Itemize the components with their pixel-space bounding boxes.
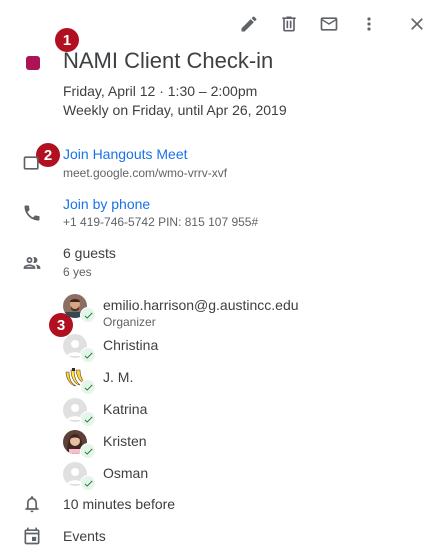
guest-name: emilio.harrison@g.austincc.edu xyxy=(103,297,299,313)
more-options-button[interactable] xyxy=(357,12,381,36)
close-icon xyxy=(411,18,423,30)
bell-icon xyxy=(22,494,42,514)
guest-count: 6 guests xyxy=(63,245,116,261)
guest-name: Christina xyxy=(103,337,159,353)
guest-row[interactable]: emilio.harrison@g.austincc.edu Organizer xyxy=(63,294,423,329)
event-recurrence: Weekly on Friday, until Apr 26, 2019 xyxy=(63,102,287,118)
calendar-icon xyxy=(22,526,42,546)
hangouts-url: meet.google.com/wmo-vrrv-xvf xyxy=(63,166,228,180)
email-guests-button[interactable] xyxy=(317,12,341,36)
phone-details: +1 419-746-5742 PIN: 815 107 955# xyxy=(63,215,259,229)
accepted-check-icon xyxy=(80,411,96,427)
guest-row[interactable]: Kristen xyxy=(63,430,423,459)
guest-row[interactable]: Osman xyxy=(63,462,423,491)
guest-yes-count: 6 yes xyxy=(63,265,92,279)
phone-icon xyxy=(22,203,42,223)
edit-button[interactable] xyxy=(237,12,261,36)
guest-name: Kristen xyxy=(103,433,147,449)
email-icon xyxy=(320,17,338,31)
edit-icon xyxy=(241,16,257,32)
guest-name: J. M. xyxy=(103,369,134,385)
accepted-check-icon xyxy=(80,347,96,363)
delete-icon xyxy=(282,16,296,32)
accepted-check-icon xyxy=(80,307,96,323)
video-call-icon xyxy=(22,153,42,173)
reminder-label: 10 minutes before xyxy=(63,496,176,512)
event-title: NAMI Client Check-in xyxy=(63,48,274,73)
accepted-check-icon xyxy=(80,475,96,491)
accepted-check-icon xyxy=(80,443,96,459)
event-date-time: Friday, April 12 · 1:30 – 2:00pm xyxy=(63,83,258,99)
join-hangouts-link[interactable]: Join Hangouts Meet xyxy=(63,146,188,162)
guest-name: Osman xyxy=(103,465,149,481)
accepted-check-icon xyxy=(80,379,96,395)
calendar-name: Events xyxy=(63,528,106,544)
close-button[interactable] xyxy=(405,12,429,36)
more-vert-icon xyxy=(367,17,371,31)
delete-button[interactable] xyxy=(277,12,301,36)
guest-row[interactable]: Katrina xyxy=(63,398,423,427)
guest-role: Organizer xyxy=(103,315,156,329)
guests-icon xyxy=(22,253,42,273)
guest-row[interactable]: Christina xyxy=(63,334,423,363)
join-by-phone-link[interactable]: Join by phone xyxy=(63,196,150,212)
guest-row[interactable]: J. M. xyxy=(63,366,423,395)
guest-name: Katrina xyxy=(103,401,148,417)
calendar-color-square xyxy=(26,56,40,70)
